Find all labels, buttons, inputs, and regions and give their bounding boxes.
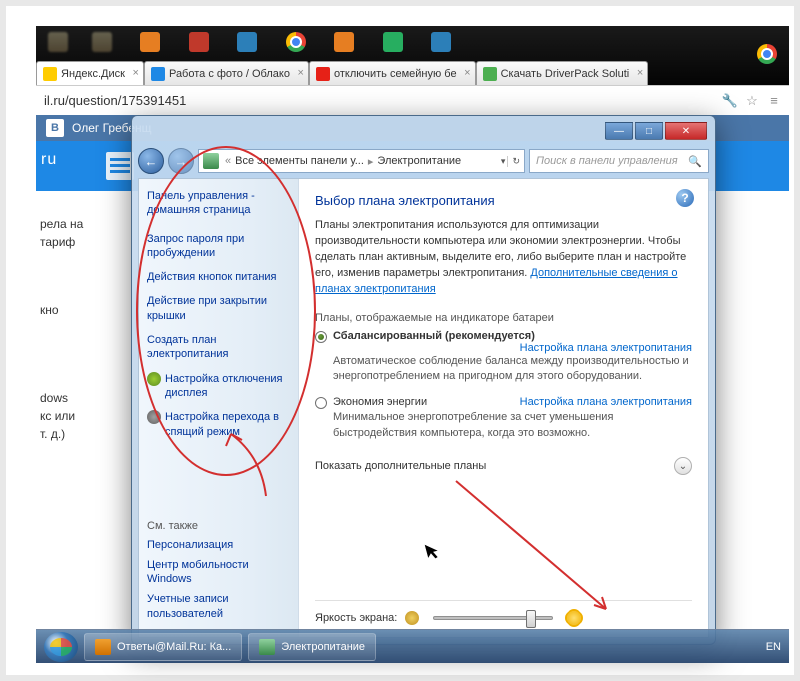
brightness-row: Яркость экрана: bbox=[315, 600, 692, 625]
favicon-icon bbox=[316, 67, 330, 81]
sidebar-see-also-item[interactable]: Учетные записи пользователей bbox=[147, 592, 290, 621]
browser-tab[interactable]: отключить семейную бе × bbox=[309, 61, 476, 85]
tab-label: Скачать DriverPack Soluti bbox=[501, 68, 630, 80]
close-tab-icon[interactable]: × bbox=[464, 67, 470, 79]
page-description: Планы электропитания используются для оп… bbox=[315, 218, 692, 298]
nav-forward-button[interactable]: → bbox=[168, 148, 194, 174]
tab-label: отключить семейную бе bbox=[334, 68, 457, 80]
taskbar-icon[interactable] bbox=[140, 32, 160, 52]
vk-logo-icon[interactable]: B bbox=[46, 119, 64, 137]
power-plan-saver[interactable]: Экономия энергии Настройка плана электро… bbox=[333, 396, 692, 441]
show-more-label: Показать дополнительные планы bbox=[315, 460, 486, 472]
close-tab-icon[interactable]: × bbox=[133, 67, 139, 79]
mailru-icon bbox=[95, 639, 111, 655]
plan-name: Экономия энергии bbox=[333, 396, 427, 408]
start-button[interactable] bbox=[44, 632, 78, 662]
taskbar-icon[interactable] bbox=[334, 32, 354, 52]
browser-tab[interactable]: Яндекс.Диск × bbox=[36, 61, 144, 85]
breadcrumb-item[interactable]: Все элементы панели у... bbox=[235, 155, 364, 167]
taskbar-label: Электропитание bbox=[281, 641, 365, 653]
radio-selected-icon[interactable] bbox=[315, 331, 327, 343]
search-placeholder: Поиск в панели управления bbox=[536, 155, 678, 167]
site-suffix: ru bbox=[41, 151, 57, 169]
close-tab-icon[interactable]: × bbox=[637, 67, 643, 79]
taskbar-icon[interactable] bbox=[189, 32, 209, 52]
url-text: il.ru/question/175391451 bbox=[44, 93, 186, 108]
browser-tabs: Яндекс.Диск × Работа с фото / Облако × о… bbox=[36, 61, 789, 85]
configure-plan-link[interactable]: Настройка плана электропитания bbox=[520, 396, 692, 408]
page-title: Выбор плана электропитания bbox=[315, 193, 692, 208]
sidebar-item[interactable]: Запрос пароля при пробуждении bbox=[147, 232, 290, 261]
sidebar: Панель управления - домашняя страница За… bbox=[139, 179, 299, 637]
plans-group-label: Планы, отображаемые на индикаторе батаре… bbox=[315, 312, 692, 324]
address-bar[interactable]: il.ru/question/175391451 🔧 ☆ ≡ bbox=[36, 85, 789, 115]
plan-description: Автоматическое соблюдение баланса между … bbox=[333, 354, 692, 385]
sidebar-home-link[interactable]: Панель управления - домашняя страница bbox=[147, 189, 290, 218]
taskbar-icon[interactable] bbox=[237, 32, 257, 52]
sun-bright-icon bbox=[567, 611, 581, 625]
sidebar-see-also-item[interactable]: Центр мобильности Windows bbox=[147, 558, 290, 587]
sidebar-see-also-item[interactable]: Персонализация bbox=[147, 538, 290, 552]
search-input[interactable]: Поиск в панели управления 🔍 bbox=[529, 149, 709, 173]
brightness-label: Яркость экрана: bbox=[315, 612, 397, 624]
sidebar-item[interactable]: Действия кнопок питания bbox=[147, 270, 290, 284]
radio-icon[interactable] bbox=[315, 397, 327, 409]
power-plan-balanced[interactable]: Сбалансированный (рекомендуется) Настрой… bbox=[333, 330, 692, 385]
taskbar-app-button[interactable]: Ответы@Mail.Ru: Ка... bbox=[84, 633, 242, 661]
configure-plan-link[interactable]: Настройка плана электропитания bbox=[520, 342, 692, 354]
taskbar-app-button[interactable]: Электропитание bbox=[248, 633, 376, 661]
search-icon: 🔍 bbox=[688, 155, 702, 168]
close-tab-icon[interactable]: × bbox=[298, 67, 304, 79]
taskbar-label: Ответы@Mail.Ru: Ка... bbox=[117, 641, 231, 653]
sidebar-item-display-off[interactable]: Настройка отключения дисплея bbox=[147, 372, 290, 401]
sidebar-item[interactable]: Создать план электропитания bbox=[147, 333, 290, 362]
tab-label: Работа с фото / Облако bbox=[169, 68, 290, 80]
content-pane: ? Выбор плана электропитания Планы элект… bbox=[299, 179, 708, 637]
wrench-icon[interactable]: 🔧 bbox=[723, 94, 737, 108]
taskbar-icon[interactable] bbox=[383, 32, 403, 52]
language-indicator[interactable]: EN bbox=[766, 641, 781, 653]
see-also-header: См. также bbox=[147, 520, 290, 532]
maximize-button[interactable]: □ bbox=[635, 122, 663, 140]
plan-description: Минимальное энергопотребление за счет ум… bbox=[333, 410, 692, 441]
background-text-fragments: рела натариф кно dows кс или т. д.) bbox=[36, 205, 126, 453]
tab-label: Яндекс.Диск bbox=[61, 68, 125, 80]
menu-icon[interactable]: ≡ bbox=[767, 94, 781, 108]
breadcrumb-item[interactable]: Электропитание bbox=[377, 155, 461, 167]
nav-back-button[interactable]: ← bbox=[138, 148, 164, 174]
browser-tab[interactable]: Работа с фото / Облако × bbox=[144, 61, 309, 85]
brightness-slider[interactable] bbox=[433, 616, 553, 620]
windows-taskbar: Ответы@Mail.Ru: Ка... Электропитание EN bbox=[36, 629, 789, 663]
plan-name: Сбалансированный (рекомендуется) bbox=[333, 330, 535, 342]
minimize-button[interactable]: — bbox=[605, 122, 633, 140]
slider-thumb[interactable] bbox=[526, 610, 536, 628]
breadcrumb[interactable]: « Все элементы панели у... ▸ Электропита… bbox=[198, 149, 525, 173]
favicon-icon bbox=[43, 67, 57, 81]
chrome-icon[interactable] bbox=[286, 32, 306, 52]
favicon-icon bbox=[483, 67, 497, 81]
power-icon bbox=[203, 153, 219, 169]
power-icon bbox=[259, 639, 275, 655]
favicon-icon bbox=[151, 67, 165, 81]
sidebar-item[interactable]: Действие при закрытии крышки bbox=[147, 294, 290, 323]
browser-tab[interactable]: Скачать DriverPack Soluti × bbox=[476, 61, 649, 85]
control-panel-window: — □ ✕ ← → « Все элементы панели у... ▸ Э… bbox=[131, 115, 716, 645]
help-icon[interactable]: ? bbox=[676, 189, 694, 207]
chevron-down-icon[interactable]: ⌄ bbox=[674, 457, 692, 475]
hamburger-icon[interactable] bbox=[106, 152, 134, 180]
sidebar-item-sleep[interactable]: Настройка перехода в спящий режим bbox=[147, 410, 290, 439]
taskbar-icon[interactable] bbox=[431, 32, 451, 52]
show-more-plans[interactable]: Показать дополнительные планы ⌄ bbox=[315, 457, 692, 475]
close-button[interactable]: ✕ bbox=[665, 122, 707, 140]
sun-dim-icon bbox=[405, 611, 419, 625]
system-tray[interactable]: EN bbox=[766, 641, 781, 653]
star-icon[interactable]: ☆ bbox=[745, 94, 759, 108]
